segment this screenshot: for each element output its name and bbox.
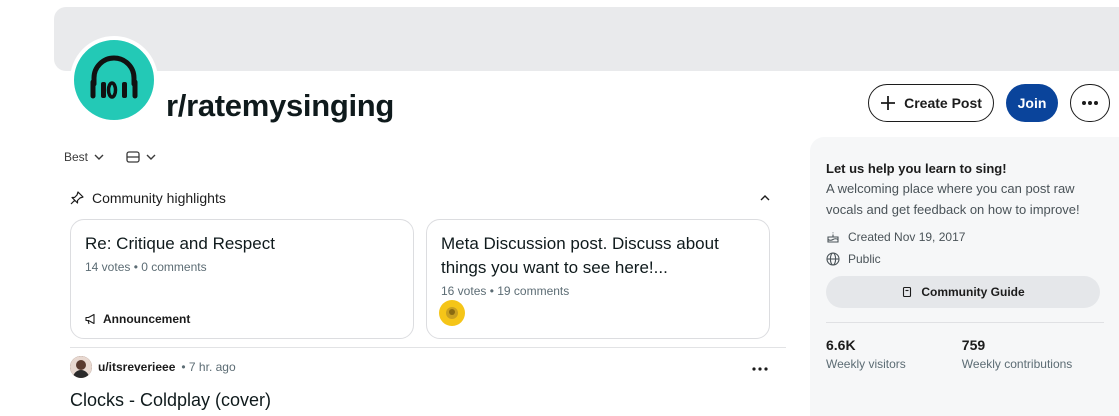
post-title[interactable]: Clocks - Coldplay (cover) xyxy=(70,390,271,411)
ellipsis-icon xyxy=(1082,101,1098,105)
community-sidebar: Let us help you learn to sing! A welcomi… xyxy=(810,137,1119,416)
book-icon xyxy=(903,286,912,298)
post-more-button[interactable] xyxy=(752,358,768,376)
join-button[interactable]: Join xyxy=(1006,84,1058,122)
view-dropdown[interactable] xyxy=(126,151,156,163)
chevron-up-icon[interactable] xyxy=(760,195,770,201)
globe-icon xyxy=(826,252,840,266)
sidebar-divider xyxy=(826,322,1104,323)
announcement-tag: Announcement xyxy=(85,312,190,326)
chevron-down-icon xyxy=(146,154,156,160)
post-header: u/itsreverieee • 7 hr. ago xyxy=(70,356,236,378)
headphones-icon xyxy=(90,55,138,99)
community-avatar[interactable] xyxy=(70,36,158,124)
highlights-title: Community highlights xyxy=(92,190,226,206)
user-avatar xyxy=(439,300,465,326)
create-post-button[interactable]: Create Post xyxy=(868,84,994,122)
created-label: Created Nov 19, 2017 xyxy=(848,230,966,244)
pin-icon xyxy=(70,191,84,205)
highlight-card-meta: 14 votes • 0 comments xyxy=(85,260,207,274)
cake-icon xyxy=(827,232,839,243)
stat-weekly-contributions: 759 Weekly contributions xyxy=(962,337,1073,371)
highlight-card-title: Re: Critique and Respect xyxy=(85,234,275,253)
chevron-down-icon xyxy=(94,154,104,160)
highlight-card[interactable]: Re: Critique and Respect 14 votes • 0 co… xyxy=(70,219,414,339)
announcement-label: Announcement xyxy=(103,312,191,326)
post-username[interactable]: u/itsreverieee xyxy=(98,360,175,374)
visibility-label: Public xyxy=(848,252,881,266)
community-banner xyxy=(54,7,1119,71)
community-guide-label: Community Guide xyxy=(921,285,1025,299)
community-highlights-header: Community highlights xyxy=(70,190,770,206)
highlight-card-title: Meta Discussion post. Discuss about thin… xyxy=(441,234,719,277)
created-date: Created Nov 19, 2017 xyxy=(826,230,1103,244)
stat-value: 759 xyxy=(961,337,986,353)
stat-weekly-visitors: 6.6K Weekly visitors xyxy=(826,337,906,371)
sidebar-title: Let us help you learn to sing! xyxy=(826,161,1007,176)
create-post-label: Create Post xyxy=(904,95,982,111)
ellipsis-icon xyxy=(752,367,768,371)
visibility: Public xyxy=(826,252,1103,266)
sort-bar: Best xyxy=(64,150,156,164)
community-stats: 6.6K Weekly visitors 759 Weekly contribu… xyxy=(826,337,1103,371)
sort-label: Best xyxy=(64,150,89,164)
user-avatar-icon xyxy=(70,356,92,378)
feed-divider xyxy=(70,347,786,348)
highlight-card-meta: 16 votes • 19 comments xyxy=(441,284,570,298)
stat-value: 6.6K xyxy=(826,337,856,353)
community-guide-button[interactable]: Community Guide xyxy=(826,276,1100,308)
stat-label: Weekly visitors xyxy=(826,357,906,371)
megaphone-icon xyxy=(85,313,95,325)
sort-dropdown[interactable]: Best xyxy=(64,150,104,164)
more-options-button[interactable] xyxy=(1070,84,1110,122)
highlight-card[interactable]: Meta Discussion post. Discuss about thin… xyxy=(426,219,770,339)
stat-label: Weekly contributions xyxy=(961,357,1073,371)
avatar[interactable] xyxy=(70,356,92,378)
sidebar-description: A welcoming place where you can post raw… xyxy=(826,181,1080,217)
post-timestamp: • 7 hr. ago xyxy=(181,360,236,374)
community-title: r/ratemysinging xyxy=(166,88,395,123)
avatar-icon xyxy=(446,307,458,319)
plus-icon xyxy=(881,96,896,110)
layout-icon xyxy=(126,151,140,163)
